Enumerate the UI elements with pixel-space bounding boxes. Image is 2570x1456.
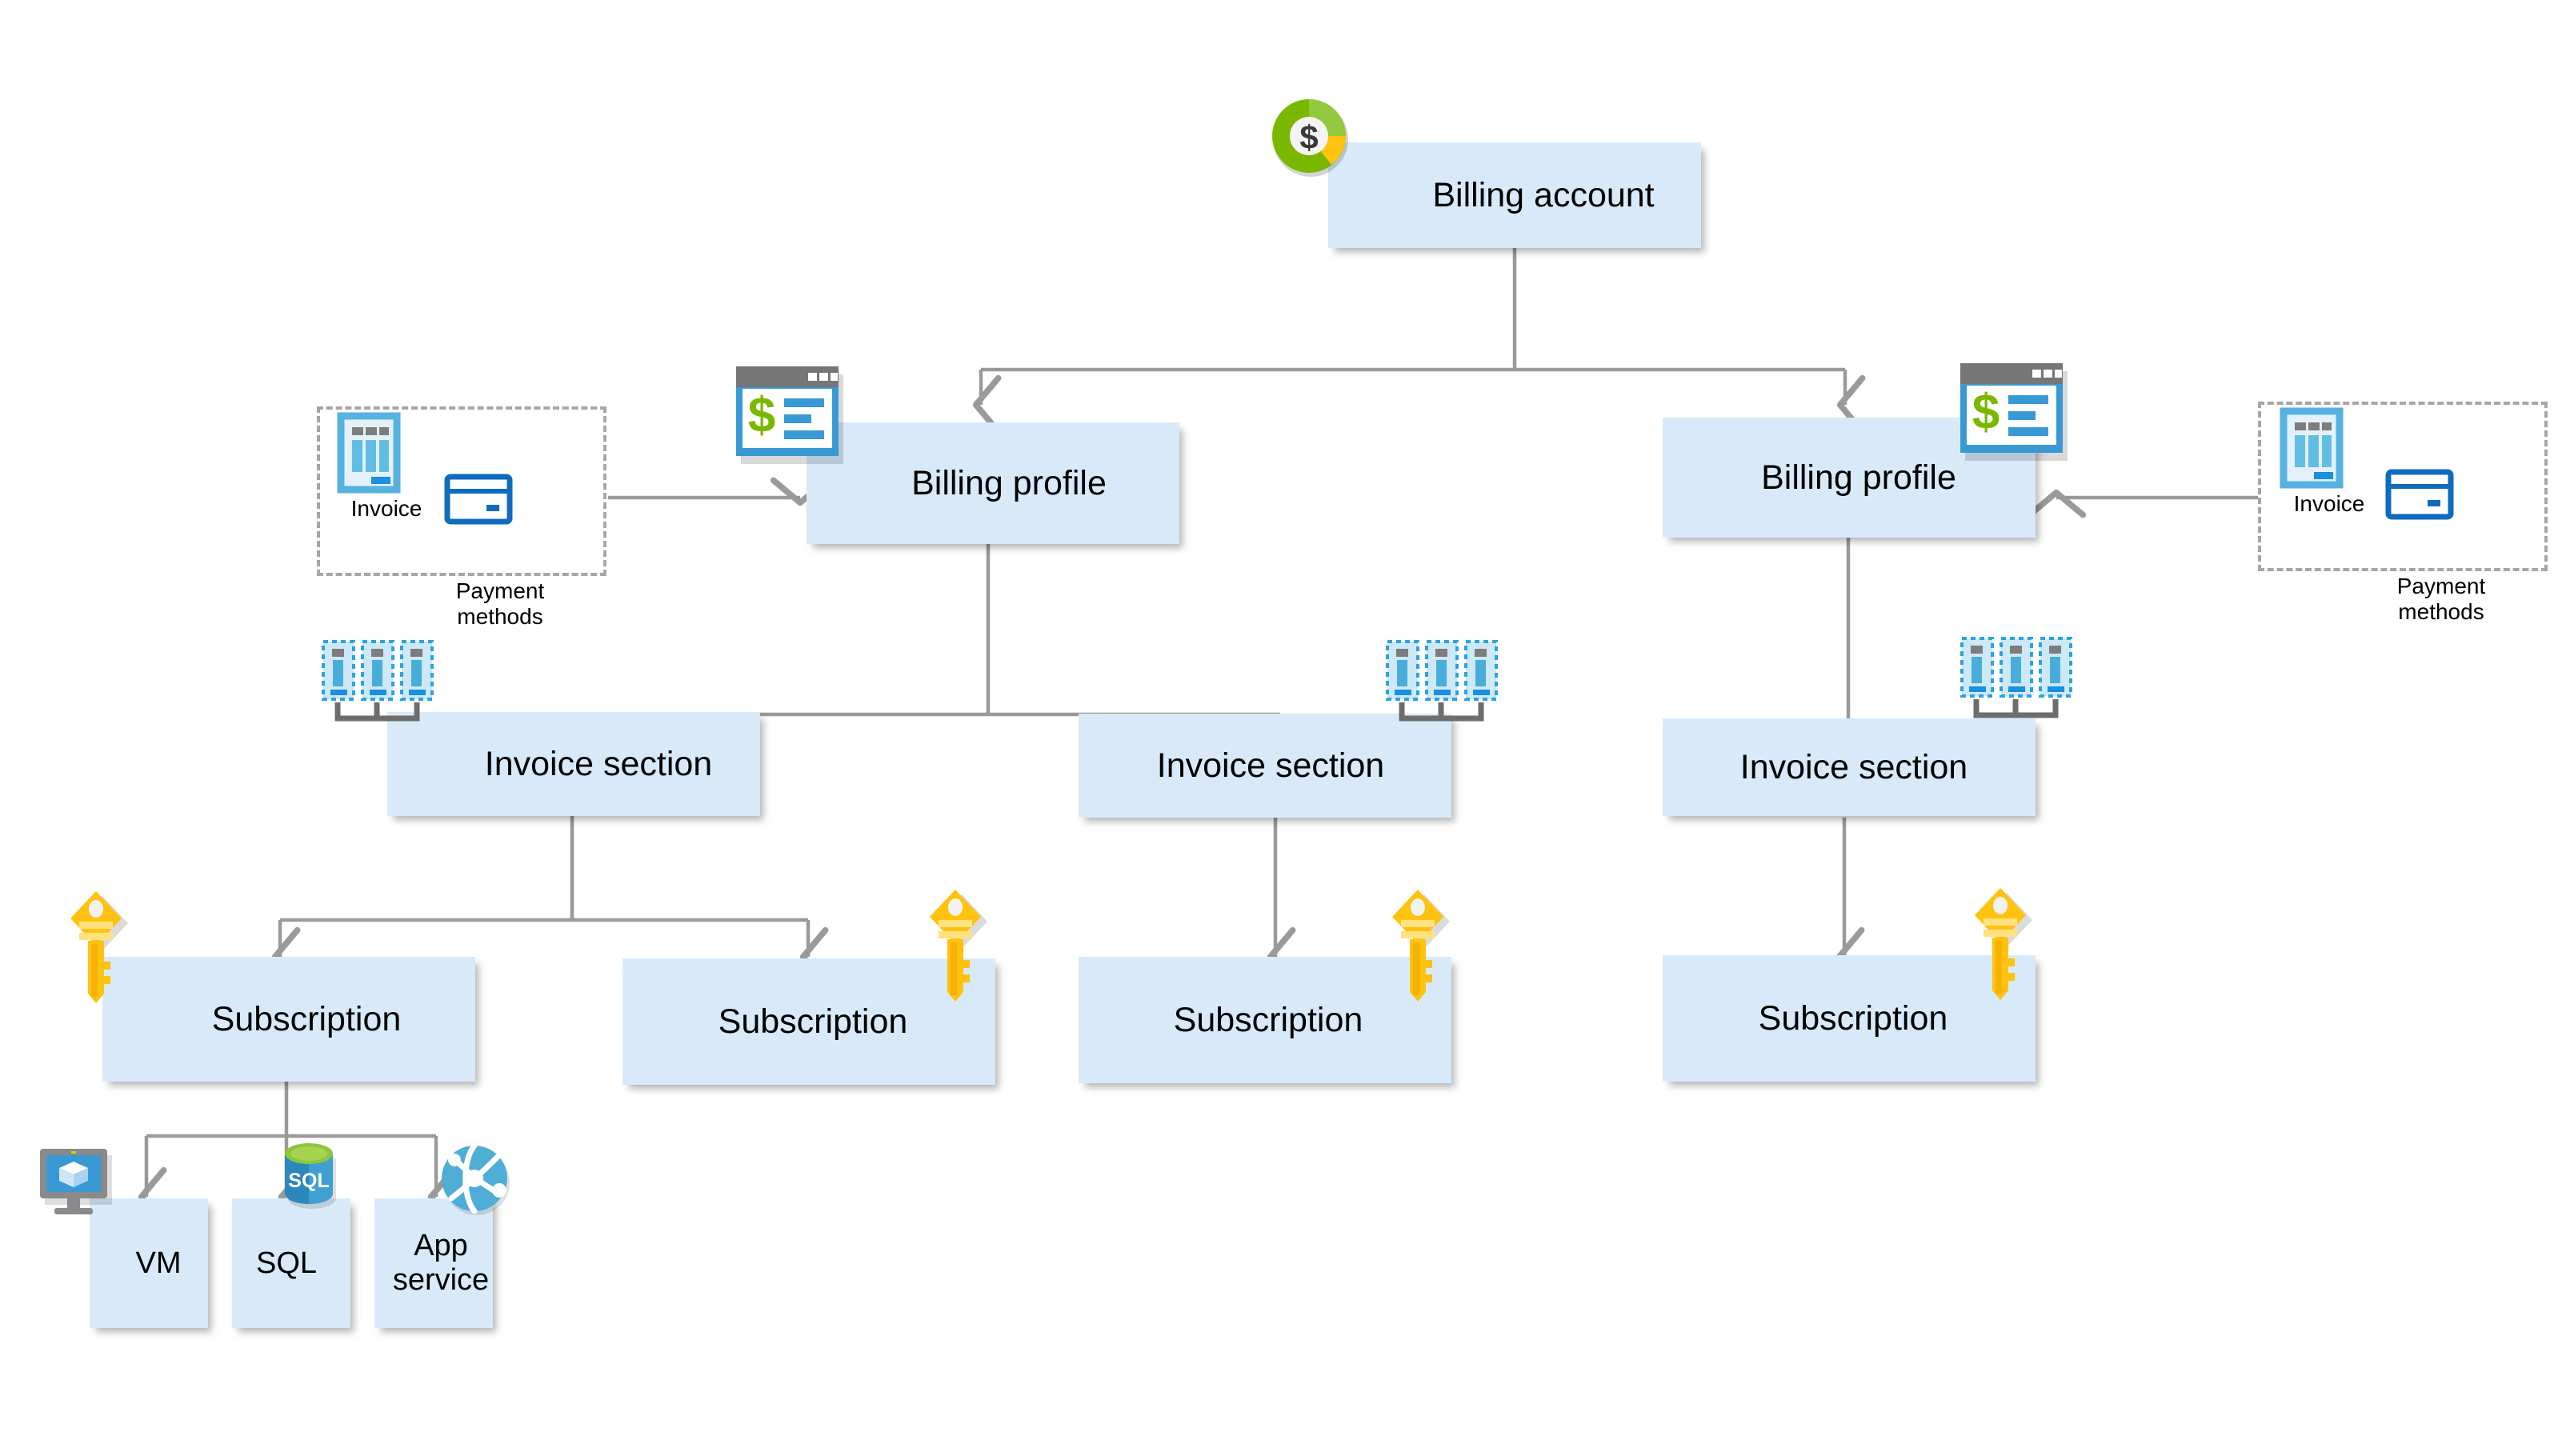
right-group-payment-methods-label: Payment methods — [2396, 574, 2486, 624]
node-billing-profile-left[interactable]: Billing profile — [807, 422, 1179, 544]
node-billing-profile-right[interactable]: Billing profile — [1663, 418, 2036, 538]
node-billing-profile-right-label: Billing profile — [1761, 458, 1956, 497]
svg-text:$: $ — [1299, 118, 1318, 156]
node-resource-vm[interactable]: VM — [90, 1198, 208, 1328]
node-billing-account[interactable]: Billing account — [1328, 142, 1701, 248]
node-resource-sql[interactable]: SQL — [232, 1198, 350, 1328]
node-subscription-2-label: Subscription — [718, 1002, 908, 1041]
node-invoice-section-3[interactable]: Invoice section — [1663, 718, 2036, 816]
node-subscription-1-label: Subscription — [211, 999, 402, 1038]
node-invoice-section-1-label: Invoice section — [484, 744, 713, 783]
node-invoice-section-2[interactable]: Invoice section — [1079, 714, 1451, 818]
node-subscription-3-label: Subscription — [1173, 1000, 1363, 1039]
node-invoice-section-1[interactable]: Invoice section — [387, 712, 760, 816]
node-billing-profile-left-label: Billing profile — [911, 463, 1107, 502]
svg-text:SQL: SQL — [288, 1170, 329, 1192]
left-payment-group — [317, 406, 606, 576]
node-resource-app-service[interactable]: App service — [374, 1198, 493, 1328]
node-billing-account-label: Billing account — [1432, 175, 1655, 214]
node-resource-vm-label: VM — [135, 1246, 182, 1280]
node-invoice-section-2-label: Invoice section — [1156, 746, 1385, 785]
node-subscription-4-label: Subscription — [1758, 998, 1948, 1038]
node-invoice-section-3-label: Invoice section — [1739, 747, 1968, 786]
node-resource-app-service-label: App service — [392, 1229, 490, 1297]
node-resource-sql-label: SQL — [255, 1246, 318, 1280]
right-payment-group — [2258, 402, 2548, 571]
node-subscription-1[interactable]: Subscription — [102, 957, 475, 1082]
billing-hierarchy-diagram: Billing account Billing profile Billing … — [0, 0, 2570, 1456]
node-subscription-4[interactable]: Subscription — [1663, 955, 2036, 1082]
node-subscription-2[interactable]: Subscription — [622, 958, 995, 1085]
node-subscription-3[interactable]: Subscription — [1079, 957, 1451, 1083]
left-group-payment-methods-label: Payment methods — [455, 578, 545, 629]
svg-text:$: $ — [748, 388, 775, 443]
